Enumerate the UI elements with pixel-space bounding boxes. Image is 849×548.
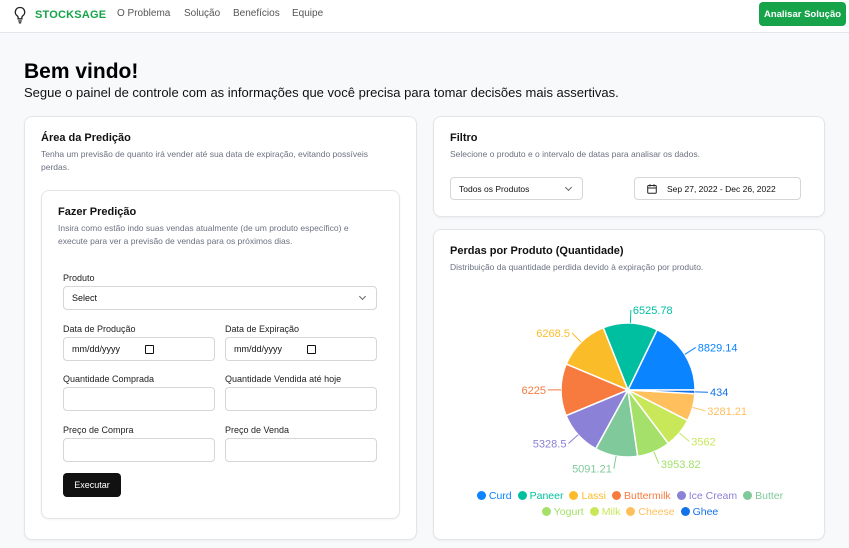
pie-label-line: [684, 347, 697, 355]
legend-label: Curd: [488, 490, 512, 502]
prediction-desc-line2: perdas.: [41, 162, 70, 172]
pie-data-label: 434: [710, 387, 728, 399]
pie-label-line: [568, 434, 579, 444]
make-prediction-desc-line1: Insira como estão indo suas vendas atual…: [58, 223, 349, 233]
legend-item-curd[interactable]: Curd: [476, 490, 512, 502]
legend-dot: [476, 491, 486, 500]
lightbulb-icon: [14, 6, 26, 24]
chevron-down-icon: [564, 183, 573, 192]
production-date-label: Data de Produção: [63, 324, 136, 334]
prediction-desc-line1: Tenha um previsão de quanto irá vender a…: [41, 149, 368, 159]
legend-item-butter[interactable]: Butter: [743, 490, 783, 502]
product-filter-value: Todos os Produtos: [459, 183, 530, 194]
legend-dot: [541, 507, 551, 516]
calendar-icon: [647, 184, 657, 194]
pie-label-line: [679, 432, 690, 442]
pie-label-line: [613, 455, 617, 469]
sale-price-label: Preço de Venda: [225, 425, 290, 435]
purchase-price-input[interactable]: [63, 438, 215, 462]
legend-label: Milk: [601, 506, 621, 518]
quantity-bought-input[interactable]: [63, 387, 215, 411]
nav-link-team[interactable]: Equipe: [292, 8, 323, 19]
chart-legend-row1: Curd Paneer Lassi Buttermilk Ice Cream Butter: [435, 490, 825, 502]
pie-data-label: 5328.5: [533, 438, 567, 450]
product-select[interactable]: Select: [63, 286, 377, 310]
legend-label: Ice Cream: [688, 490, 738, 502]
legend-item-yogurt[interactable]: Yogurt: [541, 506, 584, 518]
legend-dot: [569, 491, 579, 500]
legend-item-paneer[interactable]: Paneer: [517, 490, 564, 502]
legend-label: Ghee: [692, 506, 719, 518]
quantity-sold-input[interactable]: [225, 387, 377, 411]
losses-chart-title: Perdas por Produto (Quantidade): [450, 245, 624, 257]
product-filter-select[interactable]: Todos os Produtos: [450, 177, 583, 200]
legend-label: Buttermilk: [624, 490, 671, 502]
nav-link-benefits[interactable]: Benefícios: [233, 8, 280, 19]
nav-link-problem[interactable]: O Problema: [117, 8, 170, 19]
pie-label-line: [571, 332, 582, 343]
expiration-date-placeholder: mm/dd/yyyy: [234, 344, 283, 354]
date-range-picker[interactable]: Sep 27, 2022 - Dec 26, 2022: [634, 177, 801, 200]
pie-data-label: 6225: [522, 385, 546, 397]
legend-item-cheese[interactable]: Cheese: [626, 506, 675, 518]
product-label: Produto: [63, 273, 95, 283]
make-prediction-title: Fazer Predição: [58, 206, 137, 218]
legend-dot: [626, 507, 636, 516]
chart-legend-row2: Yogurt Milk Cheese Ghee: [435, 506, 825, 518]
date-range-value: Sep 27, 2022 - Dec 26, 2022: [667, 183, 776, 194]
production-date-input[interactable]: mm/dd/yyyy: [63, 337, 215, 361]
pie-data-label: 6268.5: [536, 328, 570, 340]
expiration-date-label: Data de Expiração: [225, 324, 300, 334]
legend-label: Lassi: [581, 490, 606, 502]
make-prediction-desc-line2: execute para ver a previsão de vendas pa…: [58, 236, 293, 246]
page-title: Bem vindo!: [24, 60, 139, 83]
pie-data-label: 8829.14: [698, 342, 738, 354]
pie-data-label: 5091.21: [572, 464, 612, 476]
losses-pie-chart: 8829.14 6525.78 6268.5 6225 5328.5 5091.21 395…: [522, 305, 747, 476]
prediction-title: Área da Predição: [41, 132, 131, 144]
top-navbar: STOCKSAGE O Problema Solução Benefícios …: [0, 0, 849, 33]
filter-title: Filtro: [450, 132, 478, 144]
legend-item-ghee[interactable]: Ghee: [680, 506, 719, 518]
pie-data-label: 3562: [691, 436, 715, 448]
legend-dot: [612, 491, 621, 500]
product-select-value: Select: [72, 293, 98, 303]
quantity-sold-label: Quantidade Vendida até hoje: [225, 374, 342, 384]
sale-price-input[interactable]: [225, 438, 377, 462]
legend-item-milk[interactable]: Milk: [589, 506, 621, 518]
analyze-solution-button[interactable]: Analisar Solução: [759, 2, 846, 26]
legend-dot: [743, 491, 753, 500]
calendar-icon[interactable]: [307, 345, 316, 354]
purchase-price-label: Preço de Compra: [63, 425, 134, 435]
execute-button[interactable]: Executar: [63, 473, 121, 497]
legend-label: Paneer: [529, 490, 564, 502]
calendar-icon[interactable]: [145, 345, 154, 354]
legend-label: Cheese: [638, 506, 675, 518]
legend-dot: [676, 491, 686, 500]
production-date-placeholder: mm/dd/yyyy: [72, 344, 121, 354]
legend-label: Yogurt: [553, 506, 584, 518]
legend-label: Butter: [755, 490, 784, 502]
expiration-date-input[interactable]: mm/dd/yyyy: [225, 337, 377, 361]
brand-name[interactable]: STOCKSAGE: [35, 9, 106, 21]
page-subtitle: Segue o painel de controle com as inform…: [24, 85, 619, 100]
filter-card: [433, 116, 825, 217]
legend-item-buttermilk[interactable]: Buttermilk: [612, 490, 671, 502]
legend-dot: [517, 491, 527, 500]
filter-desc: Selecione o produto e o intervalo de dat…: [450, 149, 700, 159]
nav-link-solution[interactable]: Solução: [184, 8, 220, 19]
quantity-bought-label: Quantidade Comprada: [63, 374, 155, 384]
legend-dot: [589, 507, 599, 516]
pie-data-label: 3953.82: [661, 459, 701, 471]
pie-data-label: 3281.21: [707, 406, 747, 418]
legend-dot: [680, 507, 690, 516]
pie-label-line: [692, 406, 706, 412]
pie-label-line: [653, 451, 660, 464]
chevron-down-icon: [358, 292, 367, 301]
legend-item-ice-cream[interactable]: Ice Cream: [676, 490, 738, 502]
legend-item-lassi[interactable]: Lassi: [569, 490, 606, 502]
pie-data-label: 6525.78: [633, 305, 673, 317]
losses-chart-desc: Distribuição da quantidade perdida devid…: [450, 262, 704, 272]
